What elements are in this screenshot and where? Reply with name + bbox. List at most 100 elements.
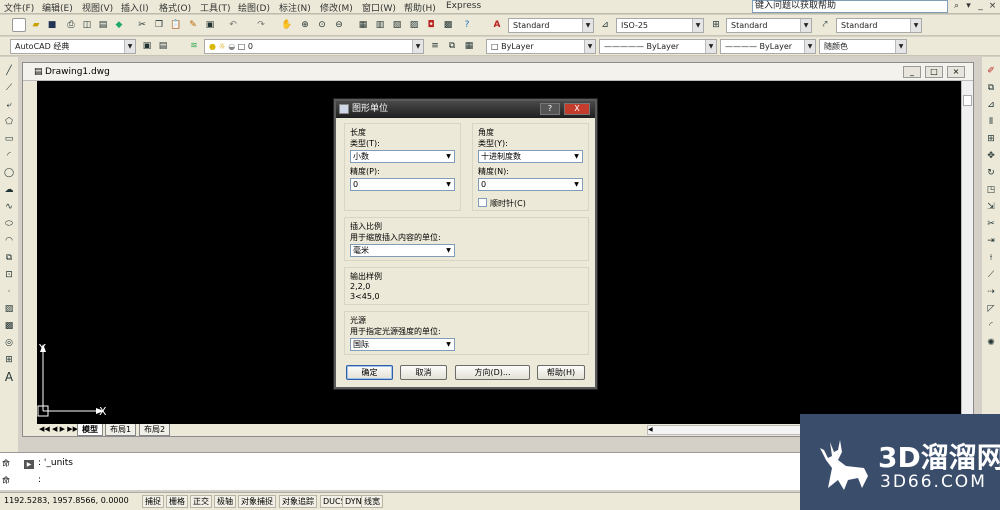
zoom-window-icon[interactable]: ⊙	[315, 18, 329, 32]
tab-layout2[interactable]: 布局2	[139, 424, 171, 436]
command-prompt[interactable]: :	[38, 475, 41, 485]
polar-toggle[interactable]: 极轴	[214, 495, 236, 508]
table-style-icon[interactable]: ⊞	[709, 18, 723, 32]
revision-cloud-icon[interactable]: ☁	[2, 183, 16, 197]
insert-block-icon[interactable]: ⧉	[2, 251, 16, 265]
minimize-icon[interactable]: _	[975, 1, 986, 12]
otrack-toggle[interactable]: 对象追踪	[279, 495, 317, 508]
snap-toggle[interactable]: 捕捉	[142, 495, 164, 508]
plot-preview-icon[interactable]: ◫	[80, 18, 94, 32]
workspace-select[interactable]: AutoCAD 经典 ▼	[10, 39, 136, 54]
make-block-icon[interactable]: ⊡	[2, 268, 16, 282]
rotate-icon[interactable]: ↻	[984, 166, 998, 180]
workspace-save-icon[interactable]: ▤	[156, 39, 170, 53]
direction-button[interactable]: 方向(D)...	[455, 365, 530, 380]
menu-window[interactable]: 窗口(W)	[362, 1, 396, 14]
workspace-settings-icon[interactable]: ▣	[140, 39, 154, 53]
undo-icon[interactable]: ↶	[226, 18, 240, 32]
menu-modify[interactable]: 修改(M)	[320, 1, 353, 14]
menu-view[interactable]: 视图(V)	[82, 1, 113, 14]
paste-icon[interactable]: 📋	[169, 18, 183, 32]
menu-file[interactable]: 文件(F)	[4, 1, 34, 14]
stretch-icon[interactable]: ⇲	[984, 200, 998, 214]
layer-previous-icon[interactable]: ⧉	[445, 39, 459, 53]
break-at-point-icon[interactable]: ⟊	[984, 251, 998, 265]
block-editor-icon[interactable]: ▣	[203, 18, 217, 32]
layer-states-icon[interactable]: ▦	[462, 39, 476, 53]
offset-icon[interactable]: ⫴	[984, 115, 998, 129]
help-button[interactable]: 帮助(H)	[537, 365, 585, 380]
help-icon[interactable]: ?	[460, 18, 474, 32]
length-precision-select[interactable]: 0 ▼	[350, 178, 455, 191]
multiline-text-icon[interactable]: A	[2, 370, 16, 384]
construction-line-icon[interactable]: ⟋	[2, 81, 16, 95]
ortho-toggle[interactable]: 正交	[190, 495, 212, 508]
angle-precision-select[interactable]: 0 ▼	[478, 178, 583, 191]
zoom-realtime-icon[interactable]: ⊕	[298, 18, 312, 32]
trim-icon[interactable]: ✂	[984, 217, 998, 231]
arc-icon[interactable]: ◜	[2, 149, 16, 163]
copy-object-icon[interactable]: ⧉	[984, 81, 998, 95]
menu-draw[interactable]: 绘图(D)	[238, 1, 270, 14]
plotstyle-select[interactable]: 随颜色 ▼	[819, 39, 907, 54]
properties-icon[interactable]: ▦	[356, 18, 370, 32]
fillet-icon[interactable]: ◜	[984, 319, 998, 333]
match-properties-icon[interactable]: ✎	[186, 18, 200, 32]
dialog-help-button[interactable]: ?	[540, 103, 560, 115]
ellipse-arc-icon[interactable]: ◠	[2, 234, 16, 248]
print-icon[interactable]: ⎙	[64, 18, 78, 32]
menu-format[interactable]: 格式(O)	[159, 1, 191, 14]
layer-select[interactable]: ● ☼ ◒ □ 0 ▼	[204, 39, 424, 54]
scroll-thumb[interactable]	[963, 95, 972, 106]
3d-dwf-icon[interactable]: ◆	[112, 18, 126, 32]
insertion-units-select[interactable]: 毫米 ▼	[350, 244, 455, 257]
menu-tools[interactable]: 工具(T)	[200, 1, 231, 14]
mirror-icon[interactable]: ⊿	[984, 98, 998, 112]
make-object-layer-current-icon[interactable]: ≡	[428, 39, 442, 53]
new-file-icon[interactable]	[12, 18, 26, 32]
clockwise-checkbox[interactable]	[478, 198, 487, 207]
dialog-close-button[interactable]: X	[564, 103, 590, 115]
array-icon[interactable]: ⊞	[984, 132, 998, 146]
ok-button[interactable]: 确定	[346, 365, 393, 380]
design-center-icon[interactable]: ▥	[373, 18, 387, 32]
close-button[interactable]: ×	[947, 66, 965, 78]
markup-icon[interactable]: ◘	[424, 18, 438, 32]
explode-icon[interactable]: ✺	[984, 336, 998, 350]
polyline-icon[interactable]: ⤶	[2, 98, 16, 112]
pan-icon[interactable]: ✋	[280, 18, 294, 32]
layer-properties-icon[interactable]: ≋	[187, 39, 201, 53]
gradient-icon[interactable]: ▩	[2, 319, 16, 333]
zoom-previous-icon[interactable]: ⊖	[332, 18, 346, 32]
cancel-button[interactable]: 取消	[400, 365, 447, 380]
lighting-units-select[interactable]: 国际 ▼	[350, 338, 455, 351]
redo-icon[interactable]: ↷	[254, 18, 268, 32]
lineweight-toggle[interactable]: 线宽	[361, 495, 383, 508]
menu-express[interactable]: Express	[446, 1, 481, 11]
dim-style-select[interactable]: ISO-25 ▼	[616, 18, 704, 33]
tab-model[interactable]: 模型	[77, 424, 103, 436]
join-icon[interactable]: ⇢	[984, 285, 998, 299]
close-icon[interactable]: ×	[987, 1, 998, 12]
vertical-scrollbar[interactable]	[961, 81, 973, 426]
line-icon[interactable]: ╱	[2, 64, 16, 78]
tab-layout1[interactable]: 布局1	[105, 424, 137, 436]
copy-icon[interactable]: ❐	[152, 18, 166, 32]
multileader-style-icon[interactable]: ⤤	[818, 18, 832, 32]
polygon-icon[interactable]: ⬠	[2, 115, 16, 129]
table-style-select[interactable]: Standard ▼	[726, 18, 812, 33]
break-icon[interactable]: ⟋	[984, 268, 998, 282]
extend-icon[interactable]: ⇥	[984, 234, 998, 248]
spline-icon[interactable]: ∿	[2, 200, 16, 214]
menu-dimension[interactable]: 标注(N)	[279, 1, 311, 14]
scale-icon[interactable]: ◳	[984, 183, 998, 197]
help-search-input[interactable]: 键入问题以获取帮助	[752, 0, 948, 13]
menu-edit[interactable]: 编辑(E)	[42, 1, 73, 14]
rectangle-icon[interactable]: ▭	[2, 132, 16, 146]
maximize-button[interactable]: □	[925, 66, 943, 78]
dim-style-icon[interactable]: ⊿	[598, 18, 612, 32]
region-icon[interactable]: ◎	[2, 336, 16, 350]
menu-insert[interactable]: 插入(I)	[121, 1, 149, 14]
erase-icon[interactable]: ✐	[984, 64, 998, 78]
linetype-select[interactable]: ————— ByLayer ▼	[599, 39, 717, 54]
